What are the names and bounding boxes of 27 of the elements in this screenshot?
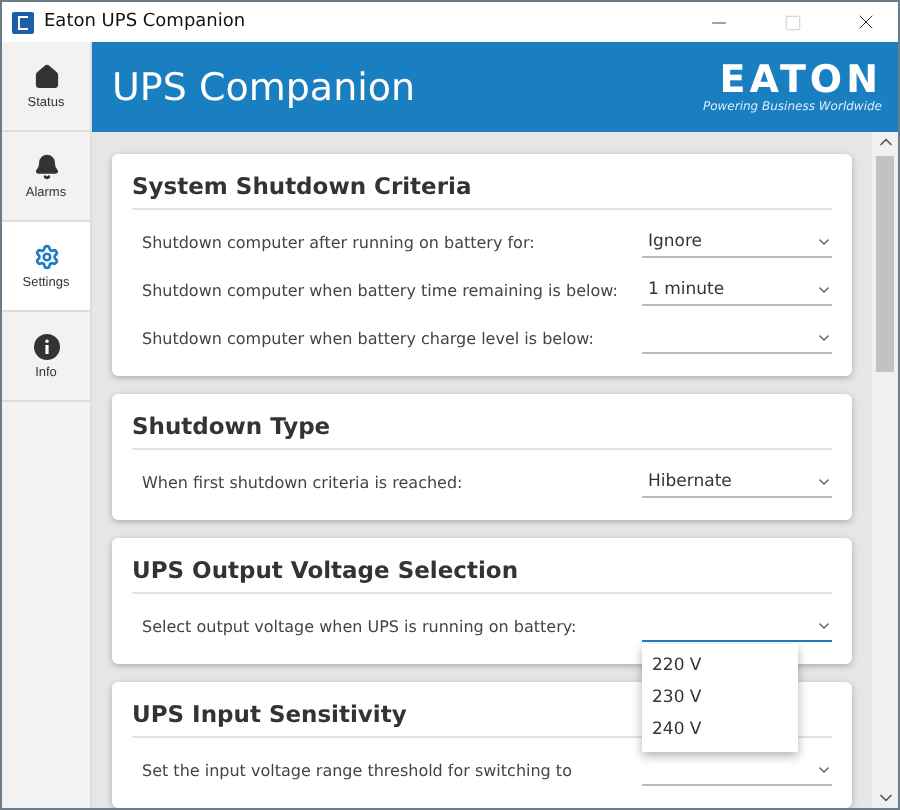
dropdown-option[interactable]: 230 V [642,682,798,714]
card-title: Shutdown Type [132,412,832,450]
app-icon [12,11,34,33]
maximize-icon [783,13,801,31]
scroll-thumb[interactable] [876,156,894,372]
dropdown-field[interactable]: 1 minute [642,274,832,306]
info-icon [33,333,59,359]
close-icon [854,10,878,34]
setting-label: Shutdown computer when battery charge level is below: [142,329,594,347]
home-icon [33,63,59,89]
scrollbar[interactable] [872,132,898,808]
setting-label: Set the input voltage range threshold for switching to [142,761,572,779]
dropdown-field[interactable]: Ignore [642,226,832,258]
card-title: UPS Output Voltage Selection [132,556,832,594]
setting-label: Shutdown computer when battery time remaining is below: [142,281,618,299]
dropdown-option[interactable]: 220 V [642,650,798,682]
dropdown-option[interactable]: 240 V [642,714,798,746]
setting-label: Shutdown computer after running on battery for: [142,233,535,251]
setting-label: When first shutdown criteria is reached: [142,473,463,491]
bell-icon [33,153,59,179]
settings-icon [33,243,59,269]
brand-logo: EATON [719,61,882,99]
setting-label: Select output voltage when UPS is running on battery: [142,617,577,635]
window-title: Eaton UPS Companion [44,12,248,32]
card-title: System Shutdown Criteria [132,172,832,210]
app-title: UPS Companion [112,65,416,109]
dropdown-field[interactable]: Hibernate [642,466,832,498]
